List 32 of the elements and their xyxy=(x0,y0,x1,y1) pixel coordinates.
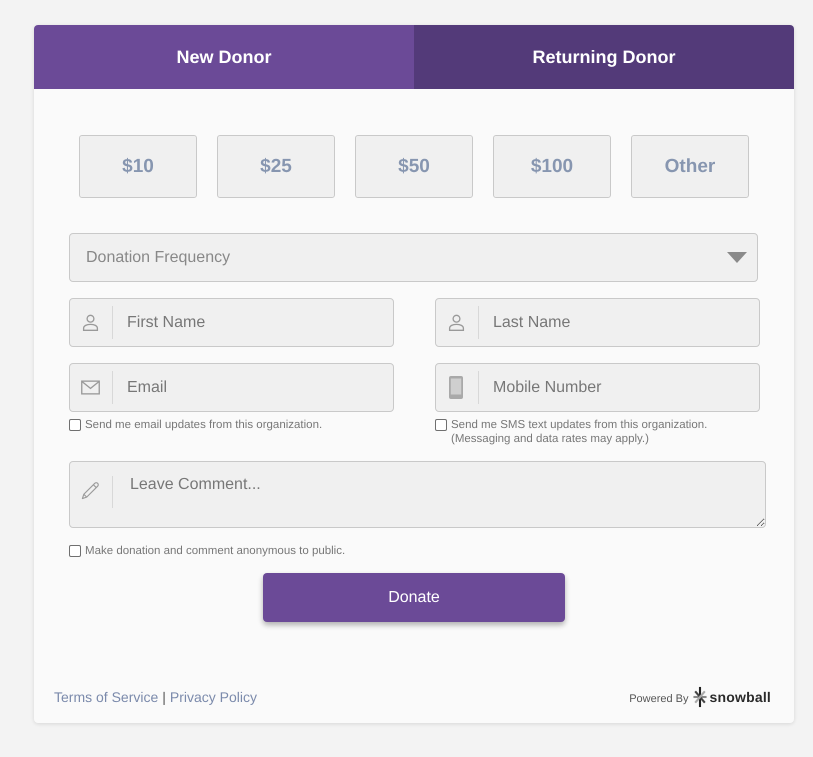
amount-button[interactable]: $100 xyxy=(493,135,611,198)
brand-wordmark: snowball xyxy=(710,689,771,705)
amount-button[interactable]: $10 xyxy=(79,135,197,198)
checkbox[interactable] xyxy=(69,419,81,431)
amount-button[interactable]: $50 xyxy=(355,135,473,198)
footer-link[interactable]: Terms of Service xyxy=(54,689,158,705)
donor-tab[interactable]: New Donor xyxy=(34,25,414,89)
email-field[interactable]: Email xyxy=(69,363,394,412)
donor-tab[interactable]: Returning Donor xyxy=(414,25,794,89)
phone-field[interactable]: Mobile Number xyxy=(435,363,760,412)
checkbox-label: Send me SMS text updates from this organization. (Messaging and data rates may apply.) xyxy=(451,418,708,446)
checkbox-label: Send me email updates from this organization. xyxy=(85,418,322,432)
starburst-logo-icon xyxy=(692,686,706,708)
pencil-icon xyxy=(80,479,100,500)
comment-field[interactable]: Leave Comment... xyxy=(69,461,766,528)
donate-button[interactable]: Donate xyxy=(263,573,565,622)
person-icon xyxy=(448,314,464,331)
name-field[interactable]: First Name xyxy=(69,298,394,347)
amount-button[interactable]: $25 xyxy=(217,135,335,198)
frequency-dropdown[interactable]: Donation Frequency xyxy=(69,233,758,282)
checkbox[interactable] xyxy=(69,545,81,557)
checkbox-label: Make donation and comment anonymous to public. xyxy=(85,544,346,558)
footer-link[interactable]: Privacy Policy xyxy=(170,689,258,705)
name-field[interactable]: Last Name xyxy=(435,298,760,347)
amount-button[interactable]: Other xyxy=(631,135,749,198)
envelope-icon xyxy=(80,380,100,395)
caret-icon xyxy=(727,252,747,263)
powered-by-label: Powered By xyxy=(629,693,688,705)
checkbox[interactable] xyxy=(435,419,447,431)
person-icon xyxy=(82,314,98,331)
mobile-phone-icon xyxy=(449,376,463,399)
link-separator: | xyxy=(162,689,166,705)
